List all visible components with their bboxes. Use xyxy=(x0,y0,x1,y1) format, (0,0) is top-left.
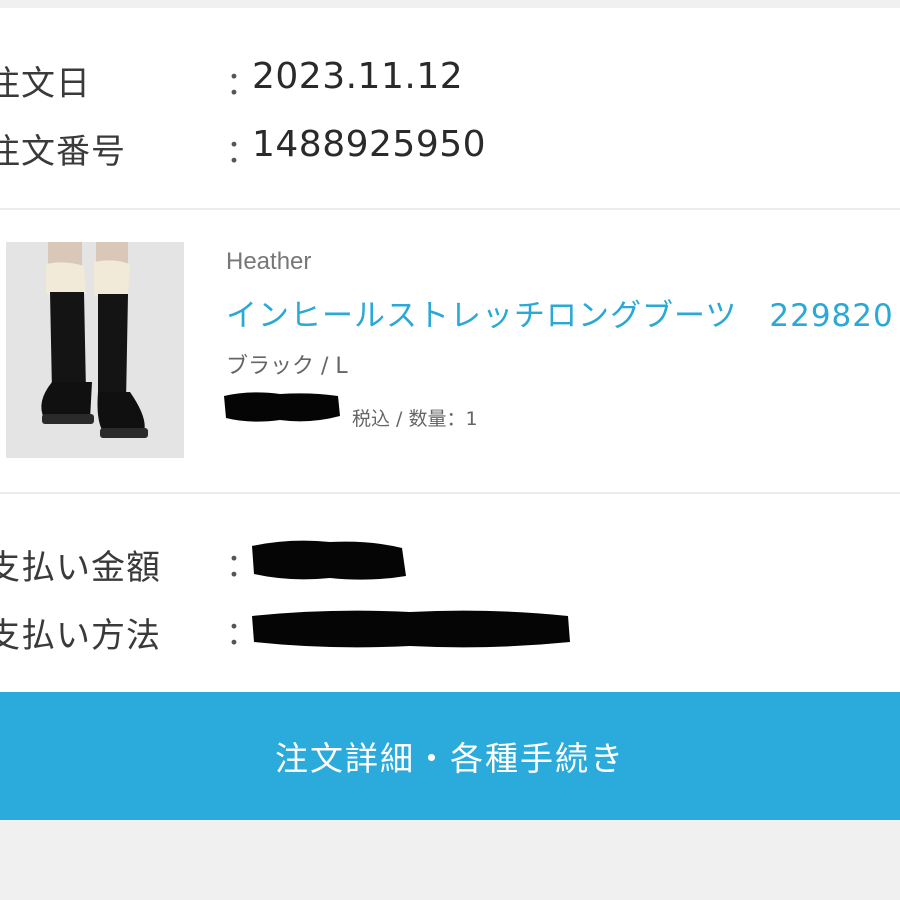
product-name-link[interactable]: インヒールストレッチロングブーツ 229820 xyxy=(226,290,894,335)
order-details-button[interactable]: 注文詳細・各種手続き xyxy=(0,692,900,820)
divider xyxy=(0,492,900,494)
order-number-value: 1488925950 xyxy=(252,124,487,165)
price-meta: 税込 / 数量：1 xyxy=(352,408,478,430)
product-brand: Heather xyxy=(226,248,312,275)
divider xyxy=(0,208,900,210)
payment-method-label: 支払い方法 xyxy=(0,616,161,656)
product-variant: ブラック / L xyxy=(226,354,348,379)
order-number-label: 注文番号 xyxy=(0,132,126,172)
payment-amount-label: 支払い金額 xyxy=(0,548,161,588)
payment-method-redaction xyxy=(252,610,570,648)
price-redaction xyxy=(224,392,340,422)
product-image[interactable] xyxy=(6,242,184,458)
boots-photo xyxy=(6,242,184,458)
order-card: 注文日 ： 2023.11.12 注文番号 ： 1488925950 Heath… xyxy=(0,8,900,820)
payment-amount-redaction xyxy=(252,540,406,580)
order-date-value: 2023.11.12 xyxy=(252,56,464,97)
order-date-label: 注文日 xyxy=(0,64,91,104)
